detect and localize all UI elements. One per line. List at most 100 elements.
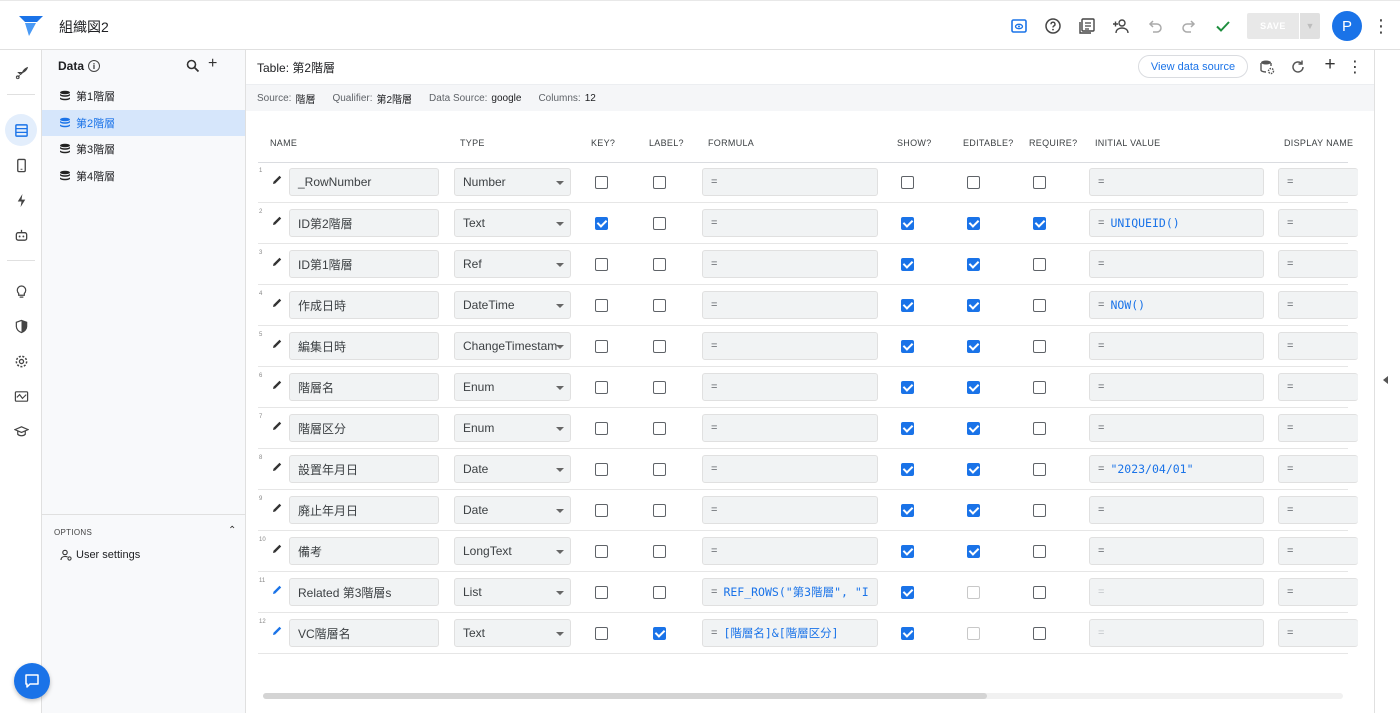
initial-value-field[interactable]: =	[1089, 332, 1264, 360]
label-checkbox[interactable]	[653, 340, 666, 353]
refresh-icon[interactable]	[1289, 58, 1307, 76]
display-name-field[interactable]: =	[1278, 209, 1358, 237]
label-checkbox[interactable]	[653, 586, 666, 599]
key-checkbox[interactable]	[595, 381, 608, 394]
editable-checkbox[interactable]	[967, 627, 980, 640]
label-checkbox[interactable]	[653, 299, 666, 312]
edit-pencil-icon[interactable]	[271, 297, 283, 309]
right-collapse-strip[interactable]	[1374, 50, 1400, 713]
column-type-select[interactable]: List	[454, 578, 571, 606]
column-name-field[interactable]: 備考	[289, 537, 439, 565]
editable-checkbox[interactable]	[967, 299, 980, 312]
require-checkbox[interactable]	[1033, 381, 1046, 394]
display-name-field[interactable]: =	[1278, 619, 1358, 647]
require-checkbox[interactable]	[1033, 299, 1046, 312]
label-checkbox[interactable]	[653, 504, 666, 517]
require-checkbox[interactable]	[1033, 217, 1046, 230]
docs-icon[interactable]	[1073, 12, 1101, 40]
require-checkbox[interactable]	[1033, 504, 1046, 517]
table-item[interactable]: 第3階層	[42, 136, 245, 162]
initial-value-field[interactable]: = NOW()	[1089, 291, 1264, 319]
key-checkbox[interactable]	[595, 463, 608, 476]
help-icon[interactable]	[1039, 12, 1067, 40]
require-checkbox[interactable]	[1033, 258, 1046, 271]
key-checkbox[interactable]	[595, 217, 608, 230]
col-header-key[interactable]: KEY?	[591, 138, 615, 148]
initial-value-field[interactable]: = "2023/04/01"	[1089, 455, 1264, 483]
automation-bolt-icon[interactable]	[5, 184, 37, 216]
display-name-field[interactable]: =	[1278, 537, 1358, 565]
edit-pencil-icon[interactable]	[271, 584, 283, 596]
edit-pencil-icon[interactable]	[271, 379, 283, 391]
display-name-field[interactable]: =	[1278, 496, 1358, 524]
column-name-field[interactable]: Related 第3階層s	[289, 578, 439, 606]
column-type-select[interactable]: Ref	[454, 250, 571, 278]
edit-pencil-icon[interactable]	[271, 420, 283, 432]
require-checkbox[interactable]	[1033, 463, 1046, 476]
editable-checkbox[interactable]	[967, 258, 980, 271]
column-name-field[interactable]: ID第2階層	[289, 209, 439, 237]
initial-value-field[interactable]: =	[1089, 537, 1264, 565]
col-header-initial-value[interactable]: INITIAL VALUE	[1095, 138, 1160, 148]
key-checkbox[interactable]	[595, 586, 608, 599]
initial-value-field[interactable]: =	[1089, 578, 1264, 606]
label-checkbox[interactable]	[653, 176, 666, 189]
initial-value-field[interactable]: =	[1089, 619, 1264, 647]
formula-field[interactable]: =	[702, 209, 878, 237]
undo-icon[interactable]	[1141, 12, 1169, 40]
initial-value-field[interactable]: =	[1089, 250, 1264, 278]
show-checkbox[interactable]	[901, 627, 914, 640]
initial-value-field[interactable]: =	[1089, 168, 1264, 196]
column-name-field[interactable]: _RowNumber	[289, 168, 439, 196]
editable-checkbox[interactable]	[967, 340, 980, 353]
formula-field[interactable]: =	[702, 496, 878, 524]
initial-value-field[interactable]: =	[1089, 496, 1264, 524]
editable-checkbox[interactable]	[967, 586, 980, 599]
table-more-icon[interactable]: ⋮	[1346, 58, 1364, 76]
check-icon[interactable]	[1209, 12, 1237, 40]
editable-checkbox[interactable]	[967, 463, 980, 476]
avatar[interactable]: P	[1332, 11, 1362, 41]
display-name-field[interactable]: =	[1278, 291, 1358, 319]
view-data-source-button[interactable]: View data source	[1138, 55, 1248, 78]
key-checkbox[interactable]	[595, 258, 608, 271]
security-shield-icon[interactable]	[5, 310, 37, 342]
label-checkbox[interactable]	[653, 545, 666, 558]
chat-support-button[interactable]	[14, 663, 50, 699]
formula-field[interactable]: =	[702, 168, 878, 196]
show-checkbox[interactable]	[901, 176, 914, 189]
column-name-field[interactable]: 編集日時	[289, 332, 439, 360]
formula-field[interactable]: =	[702, 455, 878, 483]
add-table-icon[interactable]: +	[208, 55, 217, 73]
editable-checkbox[interactable]	[967, 545, 980, 558]
formula-field[interactable]: = REF_ROWS("第3階層", "I	[702, 578, 878, 606]
settings-gear-icon[interactable]	[5, 345, 37, 377]
show-checkbox[interactable]	[901, 504, 914, 517]
search-icon[interactable]	[186, 59, 200, 73]
key-checkbox[interactable]	[595, 340, 608, 353]
horizontal-scrollbar[interactable]	[263, 693, 1343, 699]
edit-pencil-icon[interactable]	[271, 174, 283, 186]
table-item[interactable]: 第2階層	[42, 109, 245, 136]
label-checkbox[interactable]	[653, 627, 666, 640]
formula-field[interactable]: =	[702, 537, 878, 565]
column-name-field[interactable]: 階層区分	[289, 414, 439, 442]
require-checkbox[interactable]	[1033, 176, 1046, 189]
show-checkbox[interactable]	[901, 217, 914, 230]
formula-field[interactable]: =	[702, 250, 878, 278]
formula-field[interactable]: =	[702, 332, 878, 360]
require-checkbox[interactable]	[1033, 422, 1046, 435]
col-header-name[interactable]: NAME	[270, 138, 297, 148]
key-checkbox[interactable]	[595, 545, 608, 558]
data-icon[interactable]	[5, 114, 37, 146]
edit-pencil-icon[interactable]	[271, 338, 283, 350]
rocket-icon[interactable]	[5, 57, 37, 89]
editable-checkbox[interactable]	[967, 176, 980, 189]
collapse-left-icon[interactable]	[1383, 376, 1388, 384]
column-type-select[interactable]: Enum	[454, 414, 571, 442]
edit-pencil-icon[interactable]	[271, 215, 283, 227]
edit-pencil-icon[interactable]	[271, 461, 283, 473]
edit-pencil-icon[interactable]	[271, 543, 283, 555]
bot-icon[interactable]	[5, 219, 37, 251]
label-checkbox[interactable]	[653, 463, 666, 476]
